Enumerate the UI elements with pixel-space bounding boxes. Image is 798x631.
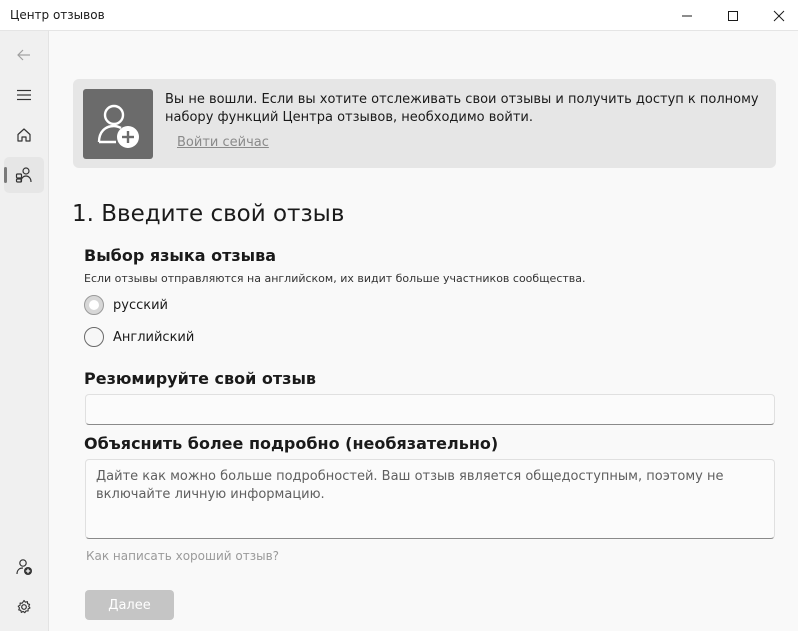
- menu-button[interactable]: [4, 77, 44, 113]
- feedback-help-link[interactable]: Как написать хороший отзыв?: [86, 549, 279, 563]
- signin-banner: Вы не вошли. Если вы хотите отслеживать …: [73, 79, 776, 168]
- active-indicator: [4, 167, 7, 183]
- radio-label: Английский: [113, 329, 195, 345]
- person-add-icon: [16, 559, 32, 575]
- feedback-icon: [15, 167, 32, 183]
- language-section-title: Выбор языка отзыва: [84, 246, 277, 265]
- maximize-button[interactable]: [710, 0, 756, 31]
- minimize-button[interactable]: [664, 0, 710, 31]
- details-section-title: Объяснить более подробно (необязательно): [84, 434, 499, 453]
- back-arrow-icon: [17, 49, 30, 61]
- radio-button[interactable]: [84, 327, 104, 347]
- signin-message: Вы не вошли. Если вы хотите отслеживать …: [165, 92, 759, 125]
- title-bar: Центр отзывов: [0, 0, 798, 31]
- hamburger-icon: [17, 89, 31, 101]
- summary-section-title: Резюмируйте свой отзыв: [84, 369, 317, 388]
- radio-label: русский: [113, 297, 168, 313]
- window-title: Центр отзывов: [10, 8, 105, 22]
- language-hint: Если отзывы отправляются на английском, …: [84, 272, 586, 285]
- person-add-icon: [97, 104, 139, 148]
- maximize-icon: [728, 10, 738, 21]
- next-button[interactable]: Далее: [85, 590, 174, 620]
- navigation-sidebar: [0, 31, 49, 631]
- person-add-tile: [83, 89, 153, 159]
- home-button[interactable]: [4, 117, 44, 153]
- step-title: 1. Введите свой отзыв: [72, 201, 345, 227]
- summary-input[interactable]: [85, 394, 775, 425]
- radio-button-selected[interactable]: [84, 295, 104, 315]
- minimize-icon: [682, 15, 692, 16]
- add-account-button[interactable]: [4, 549, 44, 585]
- feedback-nav-button[interactable]: [4, 157, 44, 193]
- close-icon: [773, 10, 785, 21]
- radio-option-russian[interactable]: русский: [84, 294, 168, 316]
- gear-icon: [17, 599, 31, 614]
- close-button[interactable]: [756, 0, 798, 31]
- main-content: Вы не вошли. Если вы хотите отслеживать …: [49, 31, 798, 631]
- signin-link[interactable]: Войти сейчас: [177, 135, 269, 150]
- back-button[interactable]: [4, 37, 44, 73]
- home-icon: [17, 128, 31, 142]
- details-textarea[interactable]: Дайте как можно больше подробностей. Ваш…: [85, 459, 775, 539]
- radio-option-english[interactable]: Английский: [84, 326, 194, 348]
- settings-button[interactable]: [4, 589, 44, 625]
